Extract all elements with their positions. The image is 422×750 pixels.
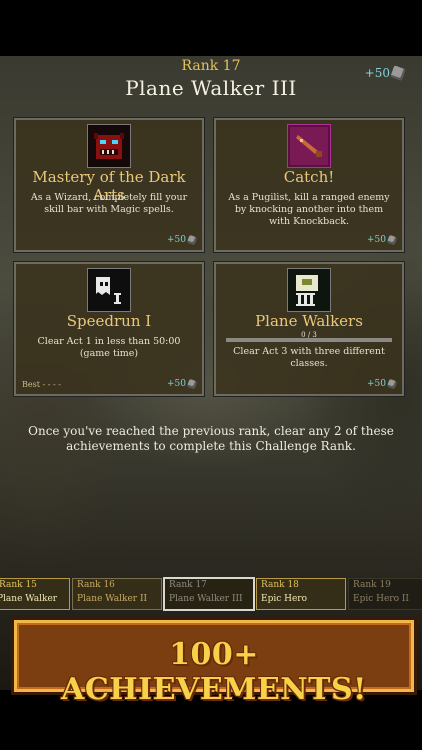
rank-tab-number: Rank 18 — [261, 580, 299, 590]
achievement-desc: As a Pugilist, kill a ranged enemy by kn… — [228, 192, 390, 227]
rank-tab-17[interactable]: Rank 17 Plane Walker III — [163, 577, 255, 611]
achievement-points: +50 — [367, 378, 398, 390]
promo-banner: 100+ ACHIEVEMENTS! — [14, 620, 414, 707]
rank-points-value: +50 — [364, 66, 390, 80]
gear-icon — [386, 234, 398, 246]
gear-icon — [186, 378, 198, 390]
demon-mask-icon — [87, 124, 131, 168]
achievement-title: Catch! — [283, 168, 335, 186]
rank-tab-18[interactable]: Rank 18 Epic Hero — [256, 578, 346, 610]
top-black-bar — [0, 0, 422, 56]
rank-title: Plane Walker III — [125, 76, 297, 100]
best-label: Best — [22, 380, 40, 389]
achievement-title: Plane Walkers — [255, 312, 363, 330]
achievement-desc: Clear Act 3 with three different classes… — [233, 346, 385, 369]
rank-tab-19[interactable]: Rank 19 Epic Hero II — [348, 578, 422, 610]
three-heroes-icon — [287, 268, 331, 312]
achievement-points-value: +50 — [167, 235, 186, 245]
gear-icon — [386, 378, 398, 390]
rank-tab-number: Rank 19 — [353, 580, 391, 590]
best-value: - - - - — [42, 380, 61, 389]
achievement-title: Speedrun I — [66, 312, 152, 330]
progress-bar — [226, 338, 392, 342]
achievement-points: +50 — [167, 234, 198, 246]
promo-banner-text: 100+ ACHIEVEMENTS! — [61, 637, 367, 707]
rank-label: Rank 17 — [181, 58, 241, 74]
rank-tab-name: Plane Walker II — [77, 594, 148, 604]
achievement-points-value: +50 — [167, 379, 186, 389]
gear-icon — [390, 65, 406, 81]
ghost-runner-icon — [87, 268, 131, 312]
rank-tab-name: Epic Hero — [261, 594, 308, 604]
achievement-card-catch[interactable]: Catch! As a Pugilist, kill a ranged enem… — [214, 118, 404, 252]
achievement-points-value: +50 — [367, 379, 386, 389]
rank-tab-name: Plane Walker III — [169, 594, 243, 604]
achievement-card-plane-walkers[interactable]: Plane Walkers 0 / 3 Clear Act 3 with thr… — [214, 262, 404, 396]
rank-tab-number: Rank 16 — [77, 580, 115, 590]
achievement-points: +50 — [167, 378, 198, 390]
achievement-desc: Clear Act 1 in less than 50:00 (game tim… — [37, 336, 181, 359]
achievement-desc: As a Wizard, completely fill your skill … — [30, 192, 188, 215]
info-text: Once you've reached the previous rank, c… — [28, 424, 394, 453]
best-time: Best - - - - — [22, 380, 61, 389]
thrown-dagger-icon — [287, 124, 331, 168]
achievement-points: +50 — [367, 234, 398, 246]
achievement-card-speedrun[interactable]: Speedrun I Clear Act 1 in less than 50:0… — [14, 262, 204, 396]
rank-tab-name: Plane Walker — [0, 594, 58, 604]
achievement-points-value: +50 — [367, 235, 386, 245]
rank-tab-16[interactable]: Rank 16 Plane Walker II — [72, 578, 162, 610]
rank-tab-number: Rank 15 — [0, 580, 37, 590]
rank-tab-number: Rank 17 — [169, 580, 207, 590]
achievement-card-dark-arts[interactable]: Mastery of the Dark Arts As a Wizard, co… — [14, 118, 204, 252]
rank-points: +50 — [364, 65, 406, 81]
rank-tab-name: Epic Hero II — [353, 594, 409, 604]
rank-tab-15[interactable]: Rank 15 Plane Walker — [0, 578, 70, 610]
gear-icon — [186, 234, 198, 246]
